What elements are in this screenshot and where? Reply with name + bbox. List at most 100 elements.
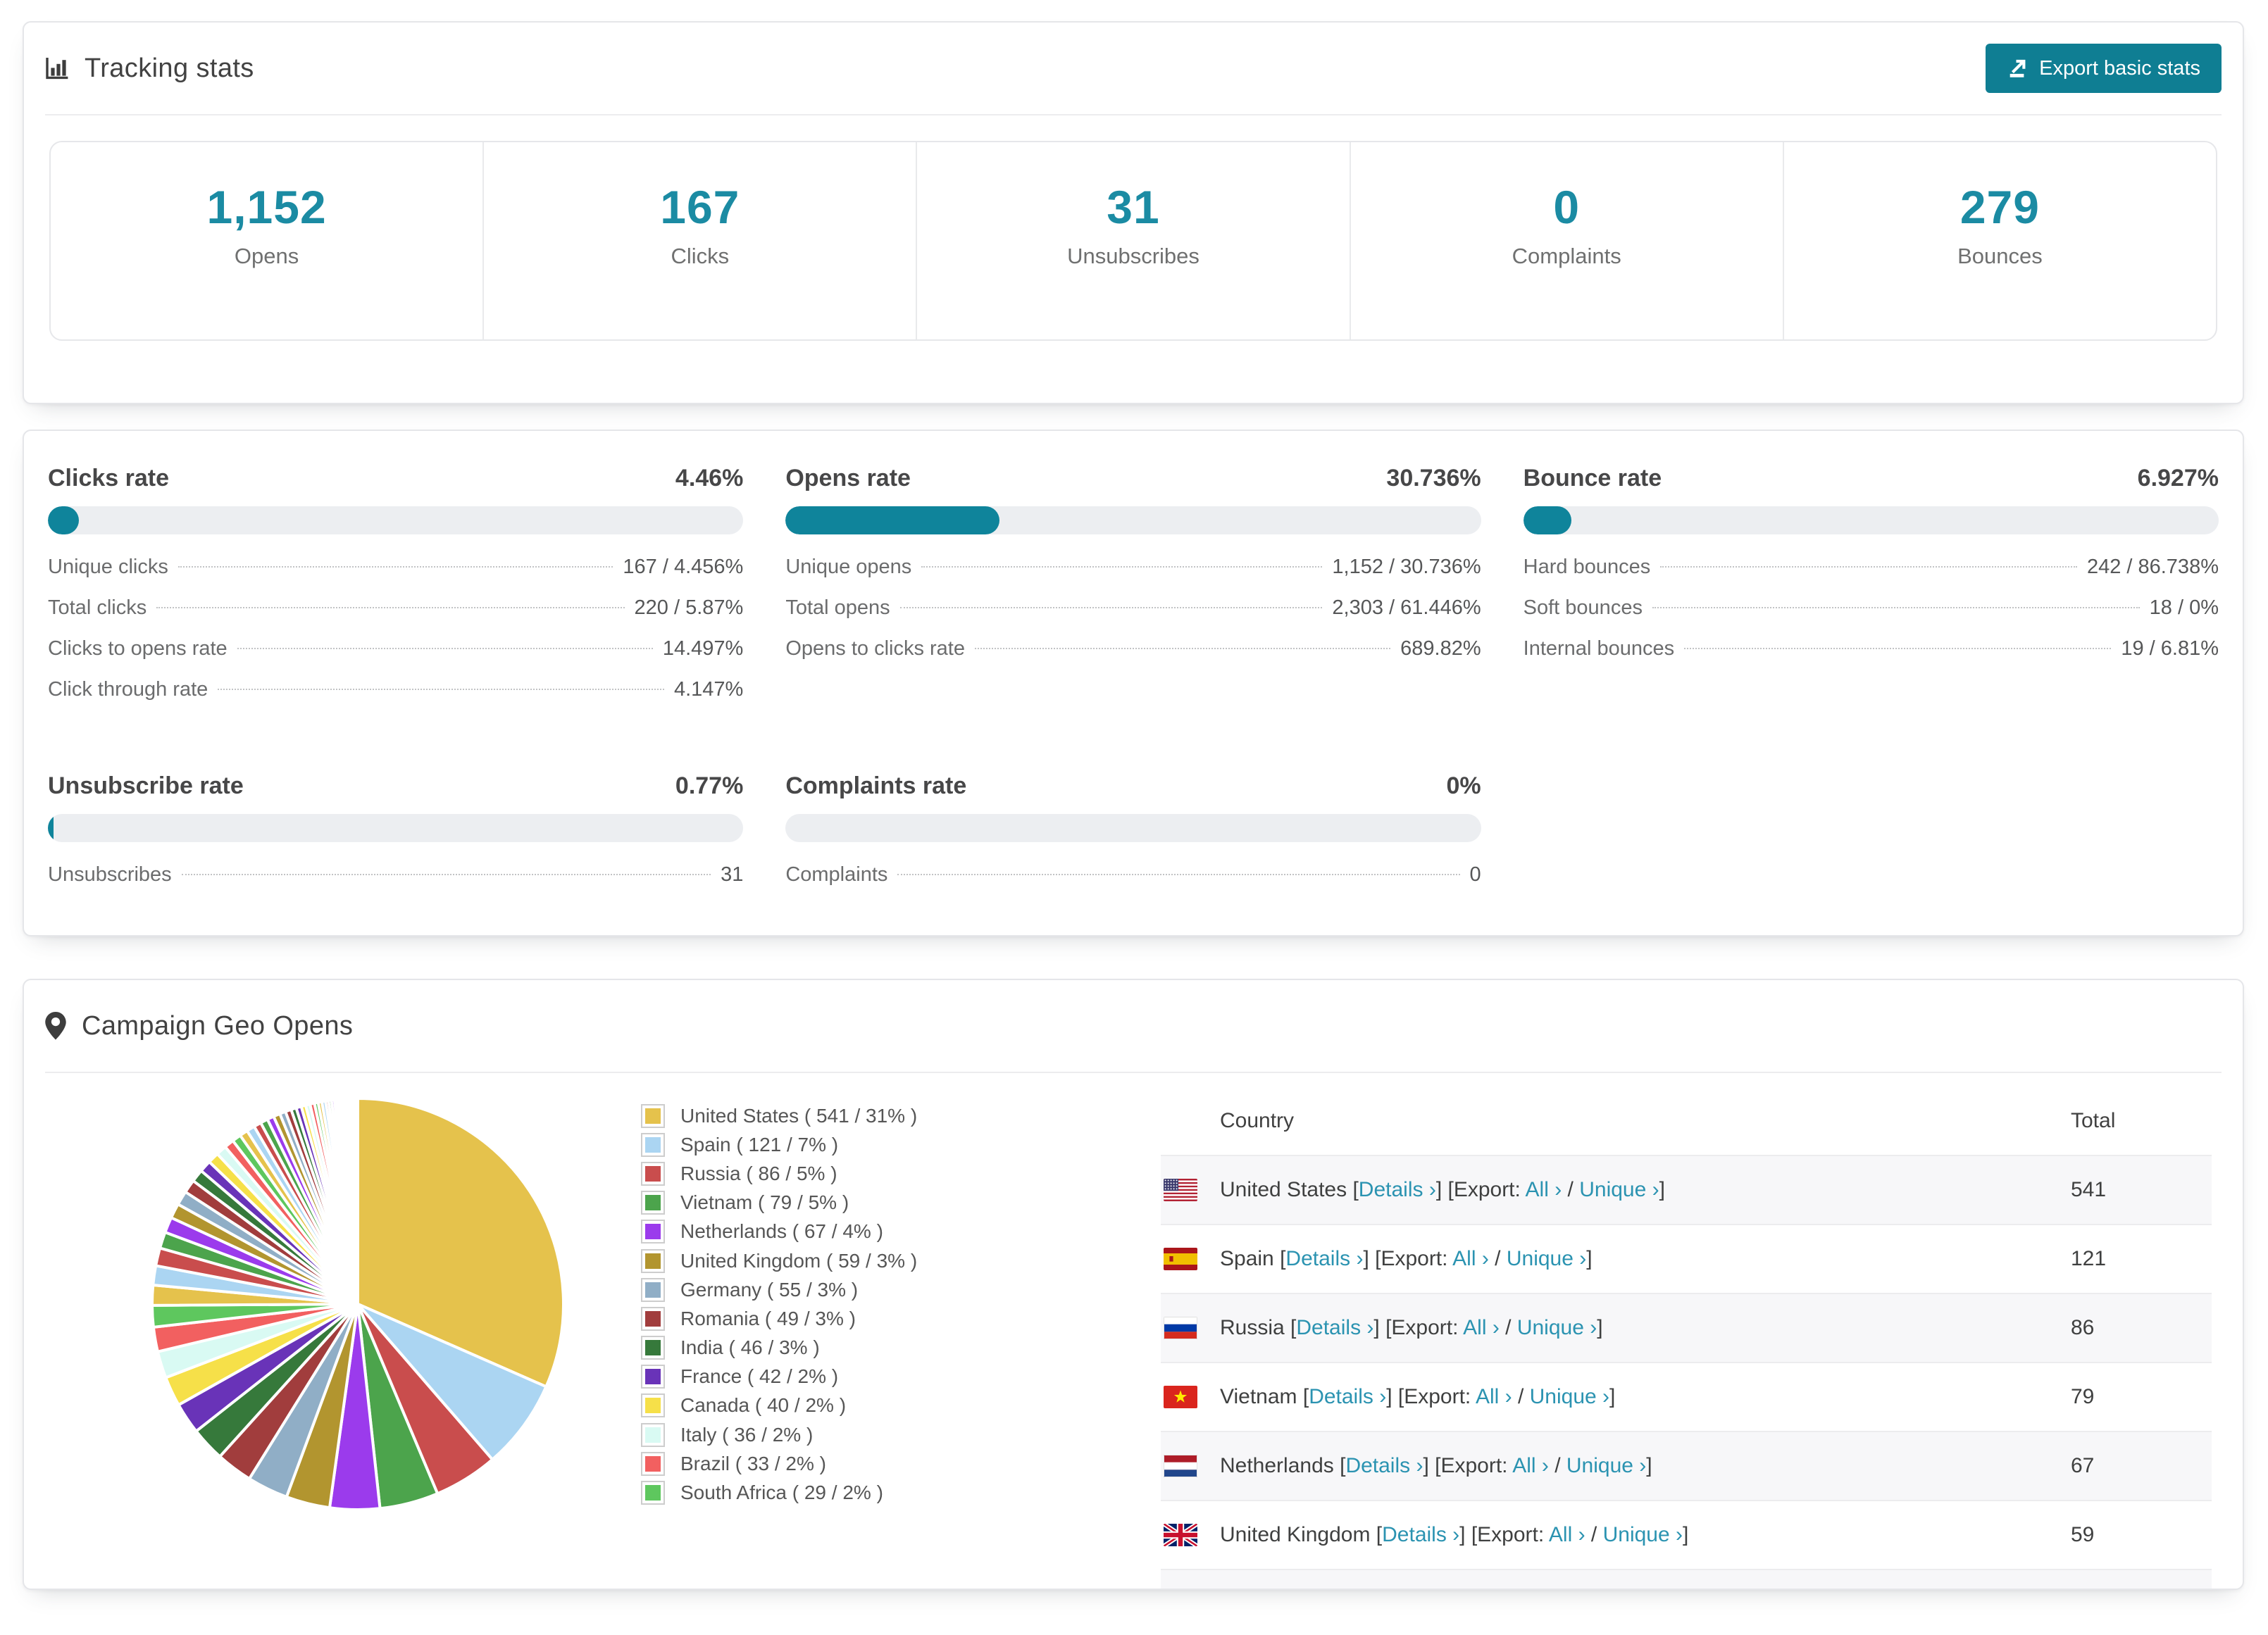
country-cell: United Kingdom [Details ›] [Export: All … <box>1220 1523 1689 1546</box>
legend-item[interactable]: Germany ( 55 / 3% ) <box>642 1275 1065 1304</box>
rate-row: Total opens 2,303 / 61.446% <box>785 596 1481 637</box>
progress-bar <box>1523 506 2219 534</box>
rate-row-label: Total opens <box>785 596 890 619</box>
legend-label: Spain ( 121 / 7% ) <box>680 1133 839 1155</box>
legend-label: South Africa ( 29 / 2% ) <box>680 1481 883 1504</box>
export-all-link[interactable]: All › <box>1476 1385 1512 1408</box>
export-unique-link[interactable]: Unique › <box>1603 1523 1683 1546</box>
legend-item[interactable]: Russia ( 86 / 5% ) <box>642 1159 1065 1188</box>
legend-swatch <box>642 1308 663 1329</box>
stat-label: Opens <box>234 244 299 268</box>
stat-cell: 1,152 Opens <box>51 142 482 339</box>
geo-title: Campaign Geo Opens <box>82 1010 354 1041</box>
geo-opens-card: Campaign Geo Opens United States ( 541 /… <box>23 979 2244 1590</box>
details-link[interactable]: Details › <box>1309 1385 1386 1408</box>
rate-row-value: 167 / 4.456% <box>623 556 744 578</box>
legend-swatch <box>642 1134 663 1155</box>
dotted-leader <box>1660 566 2077 568</box>
export-all-link[interactable]: All › <box>1512 1454 1549 1477</box>
geo-table-rows: United States [Details ›] [Export: All ›… <box>1161 1155 2212 1589</box>
details-link[interactable]: Details › <box>1296 1316 1373 1339</box>
dotted-leader <box>177 566 613 568</box>
legend-item[interactable]: United Kingdom ( 59 / 3% ) <box>642 1246 1065 1275</box>
stats-band: 1,152 Opens 167 Clicks 31 Unsubscribes 0 Compla… <box>49 141 2217 341</box>
rate-row-label: Clicks to opens rate <box>48 637 228 660</box>
rate-panel: Complaints rate 0% Complaints 0 <box>785 772 1481 904</box>
details-link[interactable]: Details › <box>1359 1178 1436 1201</box>
dotted-leader <box>899 607 1323 608</box>
pie-slice[interactable] <box>355 1096 359 1305</box>
rate-row: Clicks to opens rate 14.497% <box>48 637 743 678</box>
export-all-link[interactable]: All › <box>1463 1316 1500 1339</box>
geo-pie <box>150 1096 565 1511</box>
legend-item[interactable]: Romania ( 49 / 3% ) <box>642 1304 1065 1333</box>
progress-fill <box>1523 506 1572 534</box>
export-unique-link[interactable]: Unique › <box>1579 1178 1659 1201</box>
progress-bar <box>785 506 1481 534</box>
legend-label: Brazil ( 33 / 2% ) <box>680 1452 826 1474</box>
rate-row: Complaints 0 <box>785 863 1481 904</box>
rate-title: Bounce rate <box>1523 465 1662 491</box>
legend-item[interactable]: United States ( 541 / 31% ) <box>642 1101 1065 1130</box>
table-row: Spain [Details ›] [Export: All › / Uniqu… <box>1161 1224 2212 1293</box>
legend-item[interactable]: South Africa ( 29 / 2% ) <box>642 1478 1065 1507</box>
tracking-stats-card: Tracking stats Export basic stats 1,152 O… <box>23 21 2244 404</box>
country-cell: Spain [Details ›] [Export: All › / Uniqu… <box>1220 1247 1593 1270</box>
flag-ru-icon <box>1161 1317 1220 1339</box>
legend-label: Romania ( 49 / 3% ) <box>680 1307 856 1329</box>
dotted-leader <box>156 607 625 608</box>
export-unique-link[interactable]: Unique › <box>1530 1385 1609 1408</box>
page-title: Tracking stats <box>85 53 254 83</box>
stat-cell: 0 Complaints <box>1349 142 1783 339</box>
legend-item[interactable]: Brazil ( 33 / 2% ) <box>642 1449 1065 1478</box>
export-basic-stats-button[interactable]: Export basic stats <box>1986 44 2222 93</box>
rate-row-value: 4.147% <box>673 678 744 701</box>
export-all-link[interactable]: All › <box>1452 1247 1489 1270</box>
bar-chart-icon <box>45 56 69 80</box>
legend-item[interactable]: Netherlands ( 67 / 4% ) <box>642 1217 1065 1246</box>
legend-swatch <box>642 1192 663 1214</box>
dotted-leader <box>237 648 653 649</box>
legend-item[interactable]: France ( 42 / 2% ) <box>642 1362 1065 1391</box>
rate-value: 4.46% <box>675 465 744 491</box>
export-unique-link[interactable]: Unique › <box>1566 1454 1646 1477</box>
rate-row: Click through rate 4.147% <box>48 678 743 719</box>
rate-row-label: Complaints <box>785 863 888 886</box>
dotted-leader <box>1652 607 2140 608</box>
legend-item[interactable]: Spain ( 121 / 7% ) <box>642 1130 1065 1159</box>
details-link[interactable]: Details › <box>1285 1247 1363 1270</box>
stat-value: 31 <box>1107 181 1160 233</box>
legend-swatch <box>642 1221 663 1243</box>
legend-swatch <box>642 1395 663 1417</box>
legend-item[interactable]: Italy ( 36 / 2% ) <box>642 1420 1065 1449</box>
rate-row-value: 18 / 0% <box>2149 596 2219 619</box>
export-all-link[interactable]: All › <box>1549 1523 1585 1546</box>
rate-value: 0.77% <box>675 772 744 799</box>
flag-gb-icon <box>1161 1524 1220 1546</box>
rate-panel: Bounce rate 6.927% Hard bounces 242 / 86.73… <box>1523 465 2219 719</box>
legend-item[interactable]: India ( 46 / 3% ) <box>642 1334 1065 1362</box>
export-all-link[interactable]: All › <box>1526 1178 1562 1201</box>
rate-title: Unsubscribe rate <box>48 772 244 799</box>
details-link[interactable]: Details › <box>1345 1454 1423 1477</box>
total-cell: 59 <box>2071 1523 2095 1546</box>
legend-item[interactable]: Canada ( 40 / 2% ) <box>642 1391 1065 1420</box>
rate-row: Unsubscribes 31 <box>48 863 743 904</box>
export-unique-link[interactable]: Unique › <box>1517 1316 1597 1339</box>
rate-row-label: Unsubscribes <box>48 863 172 886</box>
table-row: Vietnam [Details ›] [Export: All › / Uni… <box>1161 1362 2212 1431</box>
rate-value: 0% <box>1446 772 1481 799</box>
progress-fill <box>785 506 999 534</box>
dotted-leader <box>218 689 664 690</box>
legend-item[interactable]: Vietnam ( 79 / 5% ) <box>642 1189 1065 1217</box>
legend-label: Netherlands ( 67 / 4% ) <box>680 1220 883 1243</box>
legend-swatch <box>642 1250 663 1272</box>
rate-panel: Unsubscribe rate 0.77% Unsubscribes 31 <box>48 772 744 904</box>
details-link[interactable]: Details › <box>1382 1523 1459 1546</box>
export-unique-link[interactable]: Unique › <box>1507 1247 1586 1270</box>
country-cell: Russia [Details ›] [Export: All › / Uniq… <box>1220 1316 1603 1339</box>
rate-row-value: 14.497% <box>662 637 744 660</box>
legend-label: Vietnam ( 79 / 5% ) <box>680 1191 849 1214</box>
country-cell: Vietnam [Details ›] [Export: All › / Uni… <box>1220 1385 1616 1408</box>
dotted-leader <box>921 566 1323 568</box>
